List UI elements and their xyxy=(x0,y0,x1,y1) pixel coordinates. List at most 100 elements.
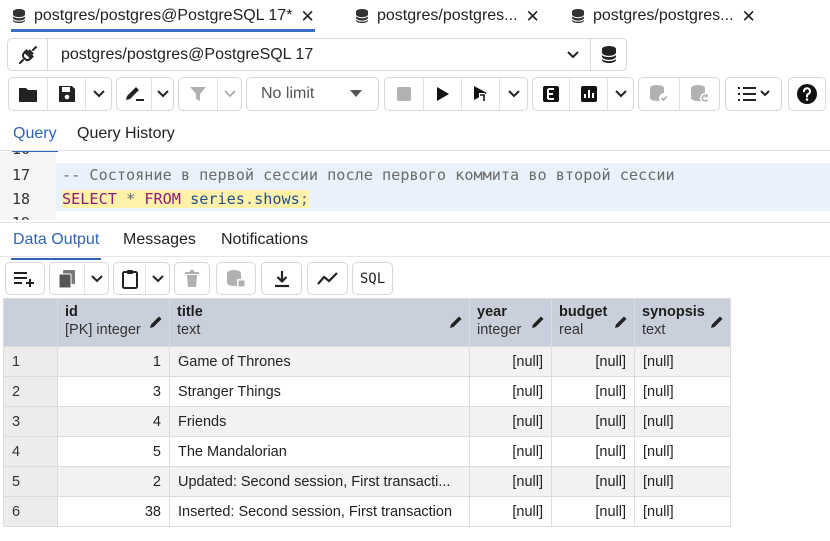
folder-icon xyxy=(19,87,37,102)
execute-button[interactable] xyxy=(423,78,461,110)
column-header-title[interactable]: title text xyxy=(169,298,470,347)
new-connection-button[interactable] xyxy=(590,39,626,70)
execute-options-dropdown[interactable] xyxy=(499,78,527,110)
sql-view-button[interactable]: SQL xyxy=(352,262,393,295)
sql-editor[interactable]: 16 17 18 19 -- Состояние в первой сессии… xyxy=(0,152,830,220)
cell-id[interactable]: 3 xyxy=(57,376,170,407)
cell-budget[interactable]: [null] xyxy=(551,496,635,527)
cell-title[interactable]: Updated: Second session, First transacti… xyxy=(169,466,470,497)
commit-button[interactable] xyxy=(639,78,679,110)
filter-button[interactable] xyxy=(179,78,217,110)
paste-button[interactable] xyxy=(114,263,145,294)
cell-year[interactable]: [null] xyxy=(469,436,552,467)
table-row[interactable]: 3 4 Friends [null] [null] [null] xyxy=(3,406,731,437)
tab-data-output[interactable]: Data Output xyxy=(10,231,102,260)
cell-budget[interactable]: [null] xyxy=(551,376,635,407)
paste-options-dropdown[interactable] xyxy=(145,263,169,294)
cell-id[interactable]: 38 xyxy=(57,496,170,527)
connection-status-icon[interactable] xyxy=(8,39,48,70)
cell-title[interactable]: Stranger Things xyxy=(169,376,470,407)
close-icon[interactable]: ✕ xyxy=(526,8,540,25)
cell-synopsis[interactable]: [null] xyxy=(634,376,731,407)
connection-selector[interactable]: postgres/postgres@PostgreSQL 17 xyxy=(7,38,627,71)
copy-button[interactable] xyxy=(50,263,84,294)
cell-id[interactable]: 2 xyxy=(57,466,170,497)
cell-title[interactable]: The Mandalorian xyxy=(169,436,470,467)
save-data-button[interactable] xyxy=(216,262,256,295)
cell-synopsis[interactable]: [null] xyxy=(634,406,731,437)
macros-button[interactable] xyxy=(725,77,782,111)
open-file-button[interactable] xyxy=(9,78,47,110)
tab-query[interactable]: Query xyxy=(12,125,58,153)
cell-year[interactable]: [null] xyxy=(469,466,552,497)
row-number[interactable]: 1 xyxy=(3,346,58,377)
rollback-button[interactable] xyxy=(679,78,719,110)
cell-year[interactable]: [null] xyxy=(469,346,552,377)
delete-row-button[interactable] xyxy=(174,262,210,295)
cell-budget[interactable]: [null] xyxy=(551,346,635,377)
cell-budget[interactable]: [null] xyxy=(551,466,635,497)
save-icon xyxy=(58,86,75,102)
row-limit-select[interactable]: No limit xyxy=(246,77,379,111)
table-row[interactable]: 6 38 Inserted: Second session, First tra… xyxy=(3,496,731,527)
cell-id[interactable]: 4 xyxy=(57,406,170,437)
cell-title[interactable]: Friends xyxy=(169,406,470,437)
pencil-icon[interactable] xyxy=(614,315,628,329)
tab-query-tool-2[interactable]: postgres/postgres... ✕ xyxy=(354,0,540,32)
row-number[interactable]: 2 xyxy=(3,376,58,407)
cell-year[interactable]: [null] xyxy=(469,376,552,407)
tab-query-tool-1[interactable]: postgres/postgres@PostgreSQL 17* ✕ xyxy=(11,0,315,32)
cell-title[interactable]: Inserted: Second session, First transact… xyxy=(169,496,470,527)
pencil-icon[interactable] xyxy=(449,315,463,329)
chevron-down-icon[interactable] xyxy=(556,50,590,60)
save-file-button[interactable] xyxy=(47,78,85,110)
cell-title[interactable]: Game of Thrones xyxy=(169,346,470,377)
close-icon[interactable]: ✕ xyxy=(300,8,314,25)
cell-synopsis[interactable]: [null] xyxy=(634,436,731,467)
cell-budget[interactable]: [null] xyxy=(551,436,635,467)
execute-script-button[interactable] xyxy=(461,78,499,110)
tab-messages[interactable]: Messages xyxy=(123,231,196,249)
copy-options-dropdown[interactable] xyxy=(84,263,108,294)
save-options-dropdown[interactable] xyxy=(85,78,111,110)
filter-options-dropdown[interactable] xyxy=(217,78,241,110)
explain-analyze-button[interactable] xyxy=(569,78,607,110)
pencil-icon[interactable] xyxy=(710,315,724,329)
pencil-icon[interactable] xyxy=(149,315,163,329)
pencil-icon[interactable] xyxy=(531,315,545,329)
cell-budget[interactable]: [null] xyxy=(551,406,635,437)
tab-notifications[interactable]: Notifications xyxy=(221,231,308,249)
explain-options-dropdown[interactable] xyxy=(607,78,633,110)
cell-synopsis[interactable]: [null] xyxy=(634,346,731,377)
cell-id[interactable]: 1 xyxy=(57,346,170,377)
row-number[interactable]: 3 xyxy=(3,406,58,437)
edit-options-dropdown[interactable] xyxy=(151,78,173,110)
table-row[interactable]: 1 1 Game of Thrones [null] [null] [null] xyxy=(3,346,731,377)
close-icon[interactable]: ✕ xyxy=(742,8,756,25)
tab-query-tool-3[interactable]: postgres/postgres... ✕ xyxy=(570,0,756,32)
help-button[interactable] xyxy=(788,77,826,111)
table-row[interactable]: 2 3 Stranger Things [null] [null] [null] xyxy=(3,376,731,407)
cell-year[interactable]: [null] xyxy=(469,406,552,437)
cell-synopsis[interactable]: [null] xyxy=(634,496,731,527)
download-button[interactable] xyxy=(261,262,302,295)
cell-id[interactable]: 5 xyxy=(57,436,170,467)
column-header-synopsis[interactable]: synopsis text xyxy=(634,298,731,347)
tab-query-history[interactable]: Query History xyxy=(77,125,175,143)
graph-visualiser-button[interactable] xyxy=(307,262,348,295)
table-row[interactable]: 4 5 The Mandalorian [null] [null] [null] xyxy=(3,436,731,467)
add-row-button[interactable] xyxy=(5,262,45,295)
explain-button[interactable] xyxy=(533,78,569,110)
row-number[interactable]: 4 xyxy=(3,436,58,467)
column-header-year[interactable]: year integer xyxy=(469,298,552,347)
row-number[interactable]: 5 xyxy=(3,466,58,497)
cell-year[interactable]: [null] xyxy=(469,496,552,527)
column-header-budget[interactable]: budget real xyxy=(551,298,635,347)
column-header-id[interactable]: id [PK] integer xyxy=(57,298,170,347)
table-row[interactable]: 5 2 Updated: Second session, First trans… xyxy=(3,466,731,497)
cell-synopsis[interactable]: [null] xyxy=(634,466,731,497)
row-number[interactable]: 6 xyxy=(3,496,58,527)
stop-button[interactable] xyxy=(385,78,423,110)
row-number-header[interactable] xyxy=(3,298,58,347)
edit-button[interactable] xyxy=(117,78,151,110)
